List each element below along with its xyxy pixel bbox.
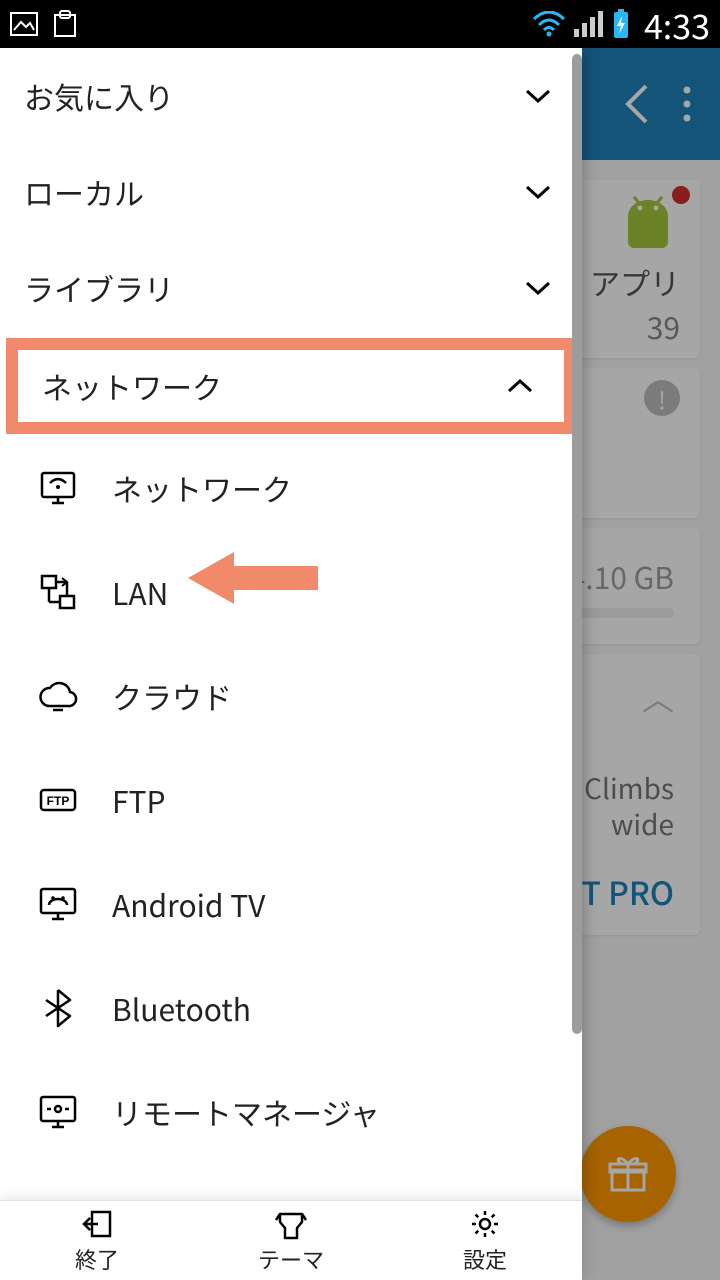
subitem-lan[interactable]: LAN	[0, 540, 582, 644]
section-favorites[interactable]: お気に入り	[0, 48, 582, 144]
bluetooth-icon	[36, 988, 80, 1028]
subitem-android-tv[interactable]: Android TV	[0, 852, 582, 956]
ftp-icon: FTP	[36, 784, 80, 816]
settings-icon	[469, 1207, 501, 1241]
wifi-icon	[532, 11, 566, 37]
section-label: ライブラリ	[24, 266, 174, 310]
theme-button[interactable]: テーマ	[194, 1201, 388, 1280]
clipboard-icon	[52, 10, 78, 38]
chevron-up-icon	[506, 377, 534, 395]
section-label: ネットワーク	[42, 364, 222, 408]
navigation-drawer: お気に入り ローカル ライブラリ ネットワーク ネットワーク LAN	[0, 48, 582, 1200]
exit-label: 終了	[75, 1243, 119, 1275]
scrollbar-thumb[interactable]	[572, 54, 582, 1034]
subitem-network[interactable]: ネットワーク	[0, 436, 582, 540]
subitem-label: Android TV	[112, 882, 265, 926]
exit-button[interactable]: 終了	[0, 1201, 194, 1280]
remote-manager-icon	[36, 1093, 80, 1131]
section-local[interactable]: ローカル	[0, 144, 582, 240]
status-clock: 4:33	[644, 0, 710, 49]
subitem-remote-manager[interactable]: リモートマネージャ	[0, 1060, 582, 1164]
section-label: お気に入り	[24, 74, 174, 118]
chevron-down-icon	[524, 87, 552, 105]
battery-charging-icon	[612, 9, 630, 39]
subitem-label: FTP	[112, 778, 166, 822]
section-label: ローカル	[24, 170, 144, 214]
drawer-bottom-bar: 終了 テーマ 設定	[0, 1200, 582, 1280]
subitem-ftp[interactable]: FTP FTP	[0, 748, 582, 852]
section-network[interactable]: ネットワーク	[6, 338, 576, 434]
lan-icon	[36, 572, 80, 612]
subitem-label: リモートマネージャ	[112, 1090, 380, 1134]
picture-icon	[10, 12, 38, 36]
android-tv-icon	[36, 885, 80, 923]
chevron-down-icon	[524, 183, 552, 201]
subitem-label: クラウド	[112, 674, 232, 718]
svg-text:FTP: FTP	[47, 794, 70, 808]
drawer-scrollbar[interactable]	[572, 54, 582, 1194]
subitem-cloud[interactable]: クラウド	[0, 644, 582, 748]
subitem-bluetooth[interactable]: Bluetooth	[0, 956, 582, 1060]
section-library[interactable]: ライブラリ	[0, 240, 582, 336]
exit-icon	[80, 1207, 114, 1241]
subitem-label: Bluetooth	[112, 986, 251, 1030]
theme-icon	[274, 1207, 308, 1241]
settings-button[interactable]: 設定	[388, 1201, 582, 1280]
subitem-label: ネットワーク	[112, 466, 292, 510]
cloud-icon	[36, 680, 80, 712]
signal-icon	[574, 11, 604, 37]
android-status-bar: 4:33	[0, 0, 720, 48]
chevron-down-icon	[524, 279, 552, 297]
network-monitor-icon	[36, 469, 80, 507]
subitem-label: LAN	[112, 570, 168, 614]
settings-label: 設定	[463, 1243, 507, 1275]
theme-label: テーマ	[258, 1243, 324, 1275]
